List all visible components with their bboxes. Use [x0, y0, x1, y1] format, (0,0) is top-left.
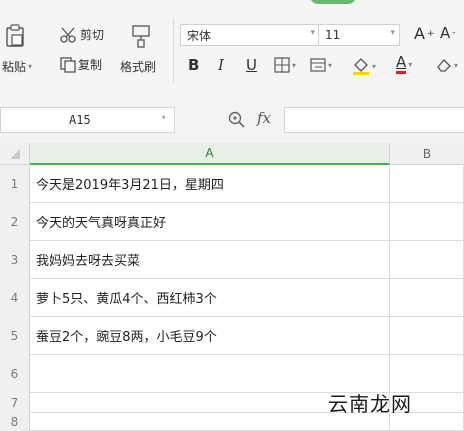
format-painter-label: 格式刷	[120, 58, 156, 75]
chevron-down-icon: ▾	[161, 113, 167, 123]
format-painter-icon	[130, 24, 152, 48]
cut-label: 剪切	[80, 28, 105, 42]
cell-reference: A15	[69, 113, 91, 127]
cell-a2[interactable]: 今天的天气真呀真正好	[30, 203, 390, 241]
copy-button[interactable]: 复制	[60, 56, 102, 73]
active-tab-indicator	[310, 0, 356, 4]
row-number: 1	[10, 177, 19, 191]
cell-text: 今天的天气真呀真正好	[36, 216, 167, 231]
cell-b2[interactable]	[390, 203, 464, 241]
font-size-select[interactable]: 11 ▾	[318, 24, 400, 46]
minus-icon: -	[452, 28, 456, 38]
name-box[interactable]: A15 ▾	[0, 107, 175, 133]
formula-bar: A15 ▾ fx	[0, 101, 464, 139]
border-grid-icon	[274, 57, 290, 73]
fx-icon[interactable]: fx	[257, 109, 271, 127]
paste-label: 粘贴	[2, 60, 27, 74]
cell-a1[interactable]: 今天是2019年3月21日，星期四	[30, 165, 390, 203]
paste-icon	[4, 24, 26, 48]
column-b-label: B	[422, 146, 432, 161]
site-watermark: 云南龙网	[328, 392, 412, 416]
plus-icon: +	[426, 28, 435, 39]
font-name-value: 宋体	[187, 28, 212, 43]
scissors-icon	[60, 27, 78, 43]
chevron-down-icon: ▾	[328, 60, 333, 70]
cell-a4[interactable]: 萝卜5只、黄瓜4个、西红柿3个	[30, 279, 390, 317]
clear-format-button[interactable]: ▾	[436, 57, 458, 73]
shrink-font-letter: A	[440, 24, 451, 42]
bold-button[interactable]: B	[188, 56, 199, 74]
column-a-label: A	[205, 146, 214, 160]
cell-text: 萝卜5只、黄瓜4个、西红柿3个	[36, 292, 217, 307]
ribbon-toolbar: 粘贴 ▾ 剪切 复制 格式刷 宋体 ▾ 11 ▾ A + A- B I U ▾ …	[0, 0, 464, 93]
column-header-a[interactable]: A	[30, 143, 390, 165]
cell-b3[interactable]	[390, 241, 464, 279]
font-color-button[interactable]: A ▾	[396, 55, 412, 74]
cell-a3[interactable]: 我妈妈去呀去买菜	[30, 241, 390, 279]
chevron-down-icon: ▾	[28, 62, 33, 71]
paste-button[interactable]	[4, 24, 26, 48]
grow-font-button[interactable]: A +	[414, 24, 435, 43]
cell-text: 我妈妈去呀去买菜	[36, 254, 141, 269]
chevron-down-icon: ▾	[310, 28, 315, 38]
row-number: 7	[10, 396, 19, 410]
cut-button[interactable]: 剪切	[60, 26, 104, 43]
row-header-7[interactable]: 7	[0, 393, 30, 413]
row-number: 6	[10, 367, 19, 381]
italic-button[interactable]: I	[218, 56, 224, 74]
row-number: 3	[10, 253, 19, 267]
ribbon-separator	[173, 18, 174, 82]
grow-font-letter: A	[414, 24, 425, 43]
zoom-search-icon[interactable]	[228, 111, 246, 133]
column-header-b[interactable]: B	[390, 143, 464, 165]
row-header-6[interactable]: 6	[0, 355, 30, 393]
shrink-font-button[interactable]: A-	[440, 24, 456, 42]
cell-b5[interactable]	[390, 317, 464, 355]
copy-icon	[60, 56, 76, 73]
row-number: 8	[10, 415, 19, 429]
eraser-icon	[436, 57, 452, 73]
cell-style-button[interactable]: ▾	[310, 57, 332, 73]
formula-input[interactable]	[284, 107, 464, 133]
underline-letter: U	[246, 56, 257, 74]
font-name-select[interactable]: 宋体 ▾	[180, 24, 320, 46]
chevron-down-icon: ▾	[372, 61, 377, 71]
cell-style-icon	[310, 57, 326, 73]
row-header-2[interactable]: 2	[0, 203, 30, 241]
fill-color-button[interactable]: ▾	[352, 56, 376, 76]
underline-button[interactable]: U	[246, 56, 257, 74]
cell-text: 今天是2019年3月21日，星期四	[36, 178, 224, 193]
cell-text: 蚕豆2个，豌豆8两，小毛豆9个	[36, 330, 217, 345]
row-number: 5	[10, 329, 19, 343]
select-all-corner[interactable]	[0, 143, 30, 165]
format-painter-text: 格式刷	[120, 60, 157, 74]
paste-dropdown[interactable]: 粘贴 ▾	[2, 58, 32, 75]
row-header-1[interactable]: 1	[0, 165, 30, 203]
chevron-down-icon: ▾	[292, 60, 297, 70]
row-number: 2	[10, 215, 19, 229]
select-all-icon	[9, 148, 20, 159]
chevron-down-icon: ▾	[390, 28, 395, 38]
cell-b1[interactable]	[390, 165, 464, 203]
paint-bucket-icon	[352, 56, 370, 76]
cell-a5[interactable]: 蚕豆2个，豌豆8两，小毛豆9个	[30, 317, 390, 355]
copy-label: 复制	[78, 58, 103, 72]
cell-b4[interactable]	[390, 279, 464, 317]
row-header-8[interactable]: 8	[0, 413, 30, 431]
row-header-5[interactable]: 5	[0, 317, 30, 355]
row-header-3[interactable]: 3	[0, 241, 30, 279]
format-painter-button[interactable]	[130, 24, 152, 48]
chevron-down-icon: ▾	[454, 60, 459, 70]
font-color-letter: A	[396, 53, 407, 71]
italic-letter: I	[218, 56, 224, 74]
borders-button[interactable]: ▾	[274, 57, 296, 73]
font-size-value: 11	[325, 28, 341, 42]
row-number: 4	[10, 291, 19, 305]
font-color-icon: A	[396, 53, 407, 74]
chevron-down-icon: ▾	[408, 60, 413, 69]
row-header-4[interactable]: 4	[0, 279, 30, 317]
bold-letter: B	[188, 56, 200, 74]
